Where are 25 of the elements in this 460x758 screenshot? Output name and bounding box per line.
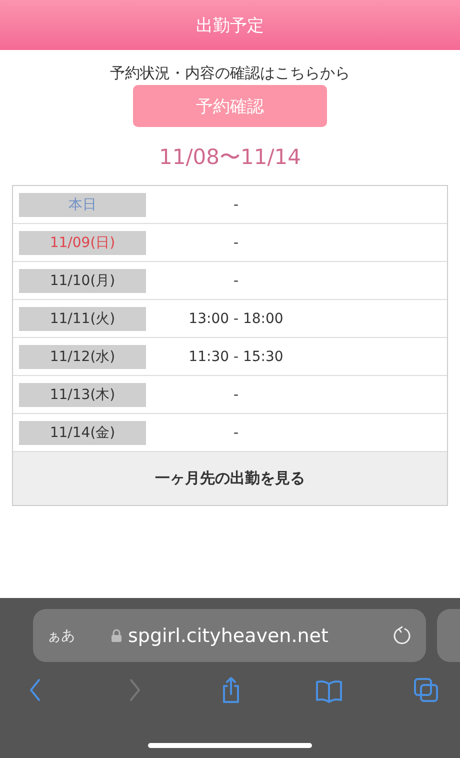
date-label: 11/09(日) — [19, 230, 146, 254]
shift-hours: 13:00 - 18:00 — [188, 310, 284, 326]
shift-hours: - — [232, 196, 240, 212]
reservation-note: 予約状況・内容の確認はこちらから — [110, 64, 350, 83]
date-label: 11/12(水) — [19, 344, 146, 368]
shift-hours: 11:30 - 15:30 — [188, 348, 284, 364]
text-size-button[interactable]: ぁあ — [47, 626, 75, 644]
shift-hours: - — [232, 272, 240, 288]
next-month-button[interactable]: 一ヶ月先の出勤を見る — [13, 452, 447, 505]
tabs-button[interactable] — [412, 676, 440, 704]
date-label: 11/13(木) — [19, 382, 146, 406]
page-header: 出勤予定 — [0, 0, 460, 50]
shift-hours: - — [232, 234, 240, 250]
lock-icon — [111, 629, 122, 642]
date-label: 11/10(月) — [19, 268, 146, 292]
date-label: 11/11(火) — [19, 306, 146, 330]
next-tab-preview[interactable] — [437, 609, 460, 662]
shift-hours: - — [232, 386, 240, 402]
date-label: 本日 — [19, 192, 146, 216]
url-text: spgirl.cityheaven.net — [128, 624, 328, 646]
shift-hours: - — [232, 424, 240, 440]
reload-icon[interactable] — [392, 626, 412, 646]
date-label: 11/14(金) — [19, 420, 146, 444]
date-range: 11/08〜11/14 — [158, 144, 302, 171]
address-bar[interactable]: ぁあ spgirl.cityheaven.net — [33, 609, 426, 662]
